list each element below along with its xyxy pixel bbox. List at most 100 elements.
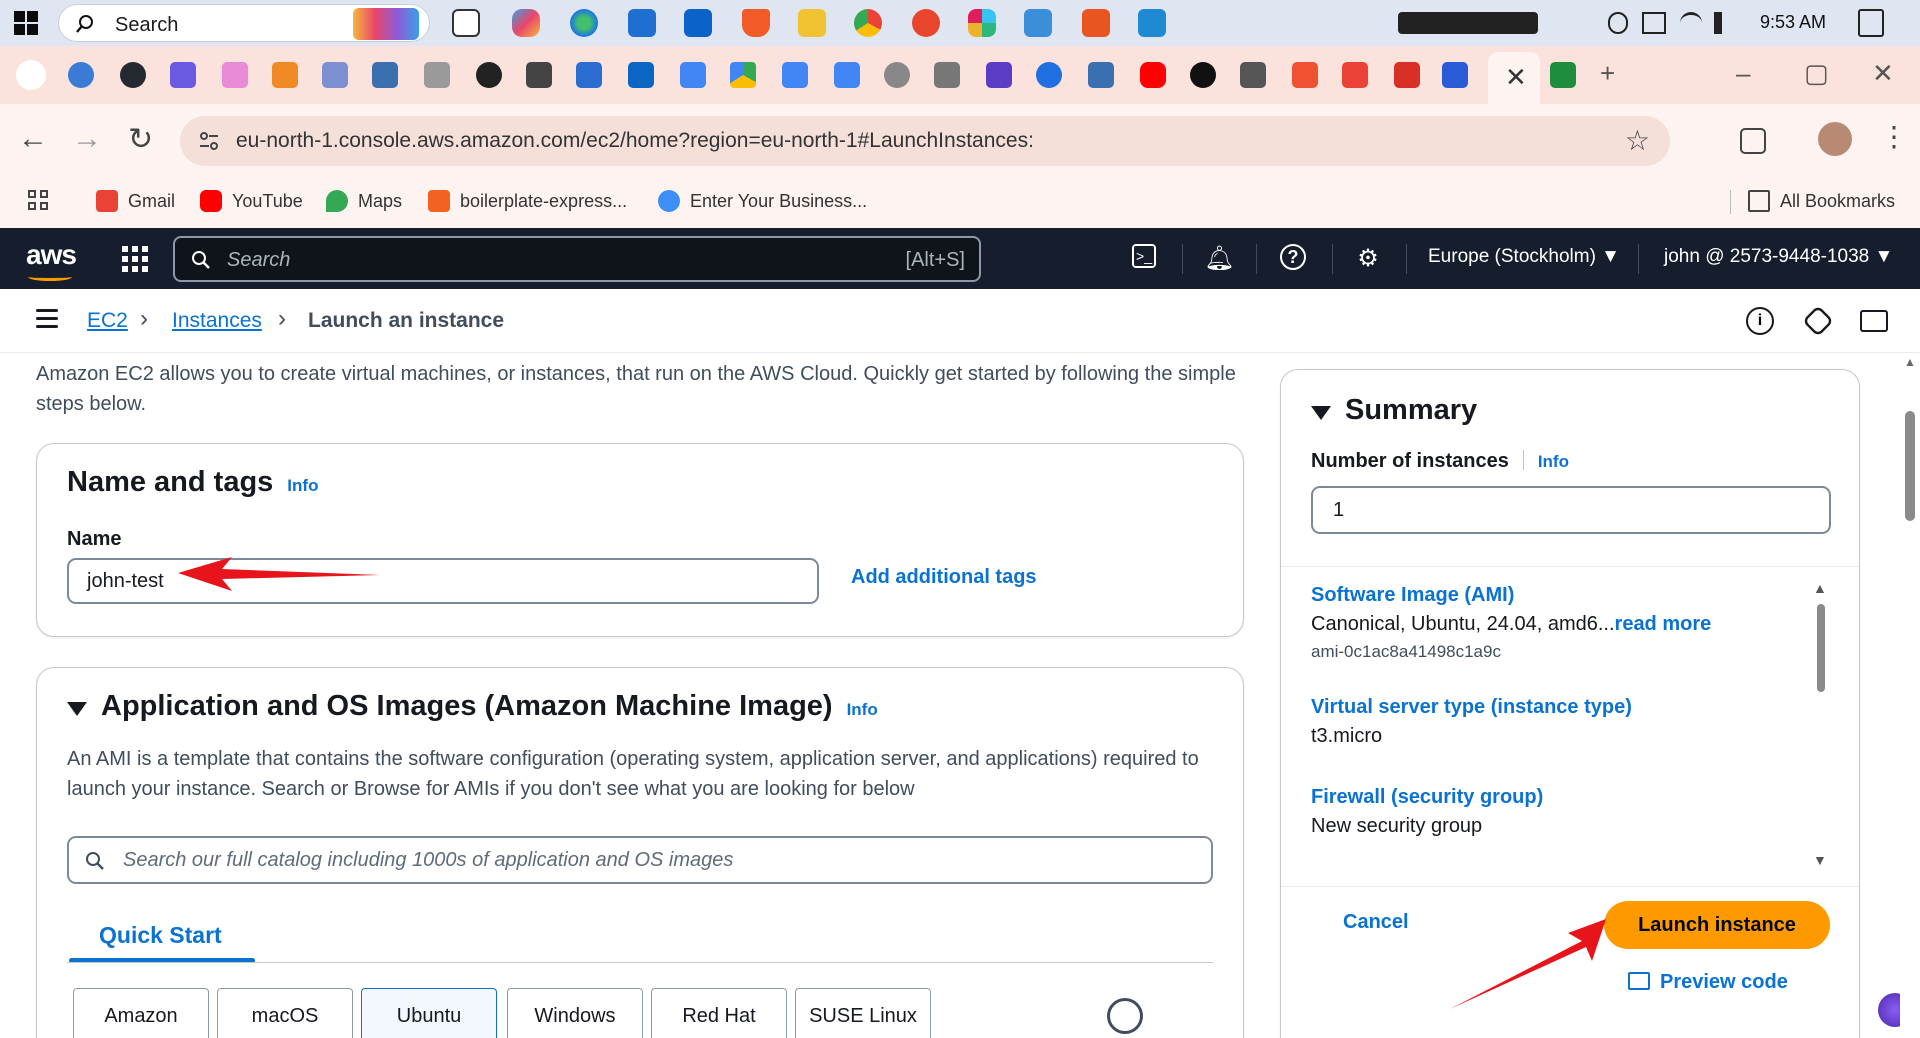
taskbar-search[interactable]: Search <box>58 4 430 42</box>
instance-type-link[interactable]: Virtual server type (instance type) <box>1311 696 1801 719</box>
bell-icon[interactable]: 🔔︎ <box>1204 244 1234 272</box>
active-tab[interactable]: ✕ <box>1488 52 1540 104</box>
page-scrollbar-thumb[interactable] <box>1905 411 1915 521</box>
summary-heading[interactable]: Summary <box>1311 394 1477 427</box>
info-link[interactable]: Info <box>287 476 318 495</box>
minimize-icon[interactable]: – <box>1736 58 1750 89</box>
os-tab-suse[interactable]: SUSE Linux <box>795 988 931 1038</box>
gear-icon[interactable]: ⚙ <box>1354 244 1382 272</box>
notifications-icon[interactable] <box>1858 9 1884 37</box>
breadcrumb-ec2[interactable]: EC2 <box>87 309 128 333</box>
chrome-menu-icon[interactable]: ⋮ <box>1880 120 1908 153</box>
vscode-icon[interactable] <box>1138 9 1166 37</box>
bookmark-business[interactable]: Enter Your Business... <box>658 190 867 212</box>
info-link[interactable]: Info <box>1538 452 1569 471</box>
chrome-icon[interactable] <box>854 9 882 37</box>
tab-favicon[interactable] <box>68 62 94 88</box>
os-tab-macos[interactable]: macOS <box>217 988 353 1038</box>
bookmark-gmail[interactable]: Gmail <box>96 190 175 212</box>
edge-icon[interactable] <box>570 9 598 37</box>
region-selector[interactable]: Europe (Stockholm) ▼ <box>1428 246 1620 268</box>
scrollbar-thumb[interactable] <box>1817 604 1825 692</box>
forward-icon[interactable]: → <box>72 122 102 156</box>
back-icon[interactable]: ← <box>18 122 48 156</box>
tab-favicon[interactable] <box>1442 62 1468 88</box>
tab-favicon[interactable] <box>170 62 196 88</box>
linkedin-icon[interactable] <box>628 62 654 88</box>
bookmark-star-icon[interactable]: ☆ <box>1625 124 1650 157</box>
youtube-icon[interactable] <box>1140 62 1166 88</box>
extensions-icon[interactable] <box>1740 128 1766 154</box>
name-input[interactable]: john-test <box>67 558 819 604</box>
bookmark-boilerplate[interactable]: boilerplate-express... <box>428 190 627 212</box>
os-tab-ubuntu[interactable]: Ubuntu <box>361 988 497 1038</box>
tab-favicon[interactable] <box>884 62 910 88</box>
summary-scrollbar[interactable]: ▲ ▼ <box>1811 580 1831 870</box>
account-menu[interactable]: john @ 2573-9448-1038 ▼ <box>1664 246 1893 268</box>
clock[interactable]: 9:53 AM <box>1760 12 1826 33</box>
tab-favicon[interactable] <box>372 62 398 88</box>
bookmark-maps[interactable]: Maps <box>326 190 402 212</box>
capture-toolbar-icon[interactable] <box>1398 12 1538 34</box>
aws-search-input[interactable]: Search [Alt+S] <box>173 236 981 282</box>
remote-desktop-icon[interactable] <box>1024 9 1052 37</box>
address-bar[interactable]: eu-north-1.console.aws.amazon.com/ec2/ho… <box>180 116 1670 166</box>
bookmark-youtube[interactable]: YouTube <box>200 190 303 212</box>
github-icon[interactable] <box>120 62 146 88</box>
tutorial-icon[interactable] <box>1860 310 1888 332</box>
tab-favicon[interactable] <box>1240 62 1266 88</box>
page-scrollbar[interactable]: ▲ <box>1900 353 1920 1038</box>
copilot-icon[interactable] <box>512 9 540 37</box>
tab-favicon[interactable] <box>272 62 298 88</box>
preview-code-button[interactable]: Preview code <box>1628 971 1788 994</box>
tab-favicon[interactable] <box>322 62 348 88</box>
openai-icon[interactable] <box>1190 62 1216 88</box>
tab-favicon[interactable] <box>1550 62 1576 88</box>
aws-logo[interactable]: aws <box>26 239 77 281</box>
browse-more-icon[interactable] <box>1107 998 1143 1034</box>
close-window-icon[interactable]: ✕ <box>1872 58 1894 89</box>
office-icon[interactable] <box>912 9 940 37</box>
restore-icon[interactable]: ▢ <box>1804 58 1829 89</box>
services-menu-icon[interactable] <box>122 246 148 272</box>
battery-icon[interactable] <box>1642 12 1666 34</box>
docs-icon[interactable] <box>782 62 808 88</box>
slack-icon[interactable] <box>968 9 996 37</box>
tab-favicon[interactable] <box>1394 62 1420 88</box>
wifi-icon[interactable] <box>1680 12 1702 34</box>
task-view-icon[interactable] <box>452 9 480 37</box>
volume-icon[interactable] <box>1714 12 1736 34</box>
help-icon[interactable]: ? <box>1280 244 1306 270</box>
os-tab-windows[interactable]: Windows <box>507 988 643 1038</box>
gmail-icon[interactable] <box>1342 62 1368 88</box>
site-info-icon[interactable] <box>198 130 220 152</box>
cloudshell-icon[interactable]: >_ <box>1132 244 1156 268</box>
instances-input[interactable]: 1 <box>1311 486 1831 534</box>
tab-favicon[interactable] <box>934 62 960 88</box>
docs-icon[interactable] <box>834 62 860 88</box>
cancel-button[interactable]: Cancel <box>1343 911 1409 934</box>
windows-start-icon[interactable] <box>14 11 38 35</box>
docs-icon[interactable] <box>680 62 706 88</box>
breadcrumb-instances[interactable]: Instances <box>172 309 262 333</box>
info-link[interactable]: Info <box>847 700 878 719</box>
tab-quick-start[interactable]: Quick Start <box>99 922 222 949</box>
security-icon[interactable] <box>1608 12 1628 34</box>
tab-favicon[interactable] <box>986 62 1012 88</box>
add-additional-tags-link[interactable]: Add additional tags <box>851 566 1037 589</box>
hamburger-menu-icon[interactable] <box>36 309 58 329</box>
reload-icon[interactable]: ↻ <box>128 122 153 157</box>
feedback-icon[interactable] <box>1802 305 1834 337</box>
tab-favicon[interactable] <box>526 62 552 88</box>
read-more-link[interactable]: read more <box>1615 613 1712 635</box>
close-tab-icon[interactable]: ✕ <box>1505 62 1527 93</box>
os-tab-amazon[interactable]: Amazon <box>73 988 209 1038</box>
apps-icon[interactable] <box>28 190 48 210</box>
profile-avatar[interactable] <box>1818 122 1852 156</box>
tab-favicon[interactable] <box>476 62 502 88</box>
tab-favicon[interactable] <box>576 62 602 88</box>
tab-favicon[interactable] <box>1088 62 1114 88</box>
ami-heading[interactable]: Application and OS Images (Amazon Machin… <box>67 690 878 723</box>
file-explorer-icon[interactable] <box>798 9 826 37</box>
os-tab-redhat[interactable]: Red Hat <box>651 988 787 1038</box>
